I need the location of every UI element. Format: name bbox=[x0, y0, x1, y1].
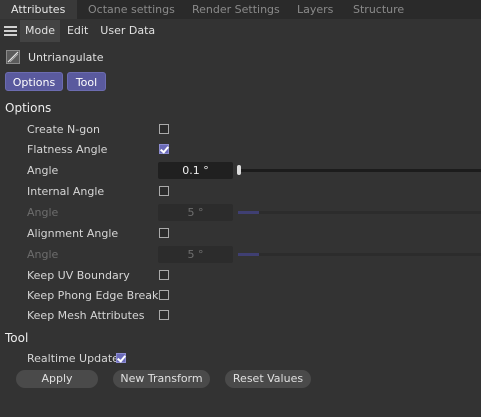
tab-render-settings[interactable]: Render Settings bbox=[181, 0, 286, 19]
tool-section-title: Tool bbox=[5, 331, 29, 345]
realtime-update-checkbox[interactable] bbox=[116, 353, 126, 363]
angle-slider-track[interactable] bbox=[238, 169, 481, 172]
tab-octane-settings[interactable]: Octane settings bbox=[77, 0, 181, 19]
new-transform-button[interactable]: New Transform bbox=[113, 370, 210, 388]
alignment-angle-checkbox[interactable] bbox=[159, 228, 169, 238]
untriangulate-icon bbox=[6, 50, 20, 64]
angle-label: Angle bbox=[27, 164, 59, 177]
options-mode-button[interactable]: Options bbox=[5, 72, 63, 91]
tab-attributes[interactable]: Attributes bbox=[0, 0, 77, 19]
keep-phong-edge-breaks-checkbox[interactable] bbox=[159, 290, 169, 300]
tool-mode-button[interactable]: Tool bbox=[67, 72, 106, 91]
keep-mesh-attributes-label: Keep Mesh Attributes bbox=[27, 309, 145, 322]
tab-bar: Attributes Octane settings Render Settin… bbox=[0, 0, 481, 19]
apply-button[interactable]: Apply bbox=[16, 370, 98, 388]
options-section-title: Options bbox=[5, 101, 52, 115]
menu-edit[interactable]: Edit bbox=[62, 20, 93, 42]
flatness-angle-checkbox[interactable] bbox=[159, 144, 169, 154]
alignment-angle-value-label: Angle bbox=[27, 248, 59, 261]
internal-angle-label: Internal Angle bbox=[27, 185, 105, 198]
alignment-angle-label: Alignment Angle bbox=[27, 227, 119, 240]
internal-angle-checkbox[interactable] bbox=[159, 186, 169, 196]
tab-layers[interactable]: Layers bbox=[286, 0, 342, 19]
flatness-angle-label: Flatness Angle bbox=[27, 143, 108, 156]
keep-mesh-attributes-checkbox[interactable] bbox=[159, 310, 169, 320]
reset-values-button[interactable]: Reset Values bbox=[225, 370, 311, 388]
internal-angle-value-label: Angle bbox=[27, 206, 59, 219]
internal-angle-slider-fill bbox=[238, 211, 259, 214]
alignment-angle-slider-track bbox=[238, 253, 481, 256]
create-ngon-label: Create N-gon bbox=[27, 123, 100, 136]
keep-uv-boundary-label: Keep UV Boundary bbox=[27, 269, 130, 282]
realtime-update-label: Realtime Update bbox=[27, 352, 119, 365]
keep-uv-boundary-checkbox[interactable] bbox=[159, 270, 169, 280]
alignment-angle-value-field: 5 ° bbox=[158, 246, 233, 263]
alignment-angle-slider-fill bbox=[238, 253, 259, 256]
internal-angle-value-field: 5 ° bbox=[158, 204, 233, 221]
object-header: Untriangulate bbox=[6, 48, 103, 66]
internal-angle-slider-track bbox=[238, 211, 481, 214]
tab-structure[interactable]: Structure bbox=[342, 0, 422, 19]
keep-phong-edge-breaks-label: Keep Phong Edge Breaks bbox=[27, 289, 165, 302]
menu-bar: Mode Edit User Data bbox=[0, 20, 481, 42]
hamburger-menu-icon[interactable] bbox=[2, 20, 20, 42]
menu-user-data[interactable]: User Data bbox=[95, 20, 160, 42]
menu-mode[interactable]: Mode bbox=[20, 20, 60, 42]
attribute-manager: Attributes Octane settings Render Settin… bbox=[0, 0, 481, 417]
angle-slider-handle[interactable] bbox=[237, 165, 241, 175]
angle-field[interactable]: 0.1 ° bbox=[158, 162, 233, 179]
create-ngon-checkbox[interactable] bbox=[159, 124, 169, 134]
object-name: Untriangulate bbox=[28, 50, 104, 64]
